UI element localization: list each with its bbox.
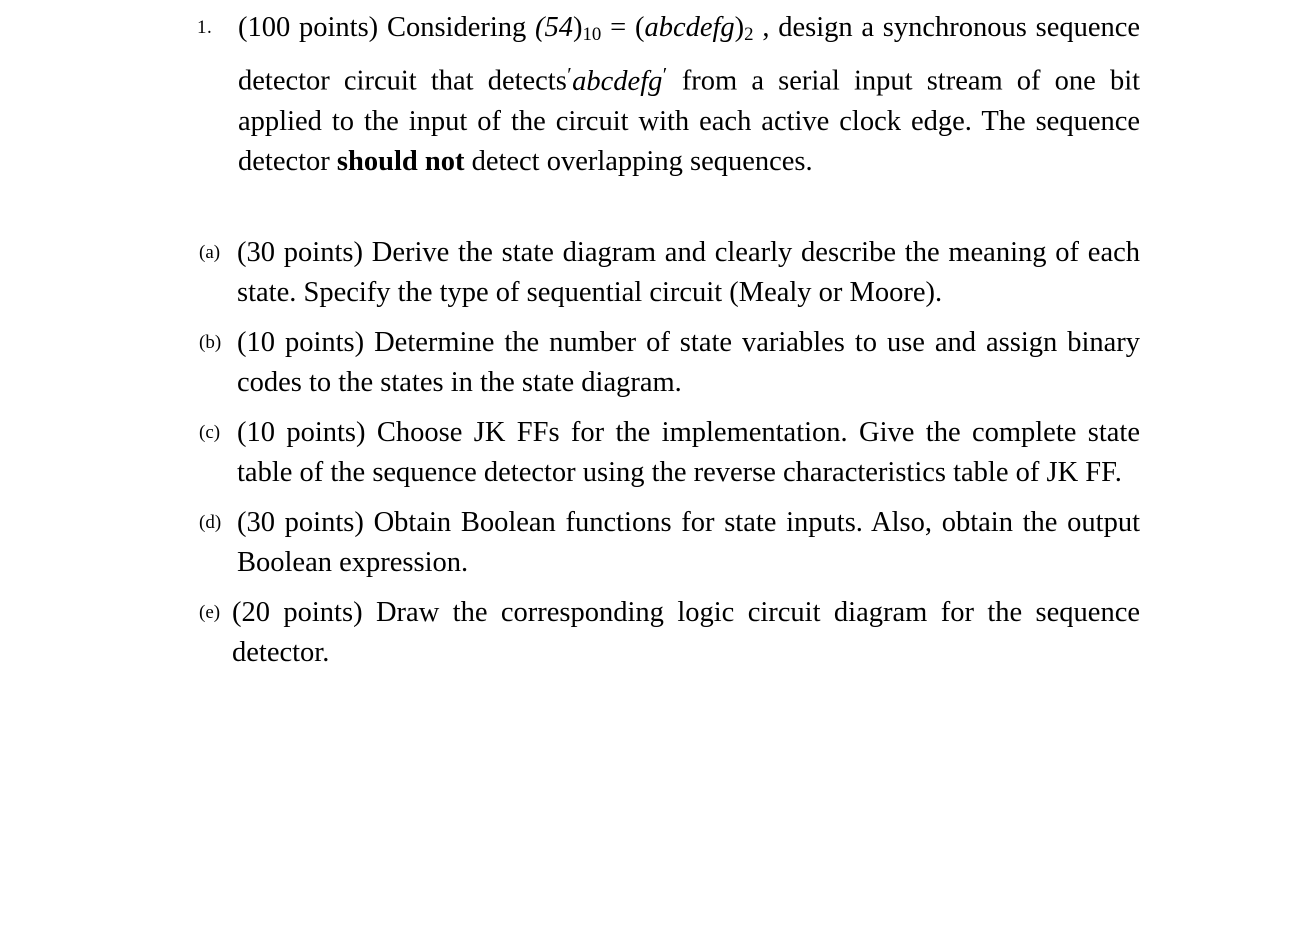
subpart-marker-d: (d): [199, 512, 222, 533]
subpart-item-c: (c) (10 points) Choose JK FFs for the im…: [195, 413, 1140, 493]
binary-close-paren: ): [734, 12, 745, 43]
subpart-text-b: Determine the number of state variables …: [237, 327, 1141, 398]
close-prime-icon: ′: [662, 64, 668, 87]
subpart-marker-a: (a): [199, 242, 221, 263]
subpart-body-d: (30 points) Obtain Boolean functions for…: [237, 503, 1140, 583]
subpart-marker-e: (e): [199, 602, 221, 623]
binary-subscript: 2: [744, 24, 754, 46]
quoted-sequence: abcdefg: [572, 65, 663, 97]
decimal-close-paren: ): [573, 12, 583, 43]
binary-open-paren: (: [634, 12, 645, 43]
subpart-points-c: (10 points): [237, 417, 366, 448]
subpart-text-a: Derive the state diagram and clearly des…: [237, 237, 1141, 308]
decimal-subscript: 10: [582, 24, 602, 46]
subpart-text-c: Choose JK FFs for the implementation. Gi…: [237, 417, 1140, 488]
decimal-expression: (54)10: [535, 12, 602, 46]
quoted-sequence-group: ′abcdefg′: [567, 64, 668, 97]
subpart-body-e: (20 points) Draw the corresponding logic…: [232, 593, 1140, 673]
question-points: (100 points): [238, 12, 379, 43]
question-body: (100 points) Considering (54)10 = (abcde…: [238, 8, 1140, 182]
question-marker: 1.: [197, 17, 213, 38]
question-line5: detect overlapping sequences.: [471, 145, 813, 177]
decimal-open-paren: (: [535, 12, 545, 43]
subpart-text-e: Draw the corresponding logic circuit dia…: [232, 597, 1140, 668]
subpart-body-b: (10 points) Determine the number of stat…: [237, 323, 1140, 403]
subpart-marker-b: (b): [199, 332, 222, 353]
binary-expression: (abcdefg)2: [634, 12, 754, 46]
question-line2-post: from: [681, 65, 738, 97]
question-list: 1. (100 points) Considering (54)10 = (ab…: [195, 8, 1140, 182]
subpart-points-a: (30 points): [237, 237, 363, 268]
subpart-points-d: (30 points): [237, 507, 364, 538]
subpart-item-a: (a) (30 points) Derive the state diagram…: [195, 233, 1140, 313]
subpart-item-b: (b) (10 points) Determine the number of …: [195, 323, 1140, 403]
binary-value: abcdefg: [644, 12, 735, 43]
document-page: 1. (100 points) Considering (54)10 = (ab…: [0, 0, 1290, 944]
question-text-before: Considering: [386, 12, 527, 43]
question-item-1: 1. (100 points) Considering (54)10 = (ab…: [195, 8, 1140, 182]
subpart-item-e: (e) (20 points) Draw the corresponding l…: [195, 593, 1140, 673]
question-text-after-expr: , design a: [762, 12, 875, 43]
question-emphasis-should-not: should not: [336, 145, 465, 177]
subpart-list: (a) (30 points) Derive the state diagram…: [195, 233, 1140, 673]
equals-sign: =: [610, 12, 627, 43]
subpart-body-c: (10 points) Choose JK FFs for the implem…: [237, 413, 1140, 493]
subpart-points-e: (20 points): [232, 597, 363, 628]
subpart-item-d: (d) (30 points) Obtain Boolean functions…: [195, 503, 1140, 583]
subpart-marker-c: (c): [199, 422, 221, 443]
subpart-body-a: (30 points) Derive the state diagram and…: [237, 233, 1140, 313]
decimal-value: 54: [544, 12, 574, 43]
subpart-text-d: Obtain Boolean functions for state input…: [237, 507, 1140, 578]
subpart-points-b: (10 points): [237, 327, 365, 358]
